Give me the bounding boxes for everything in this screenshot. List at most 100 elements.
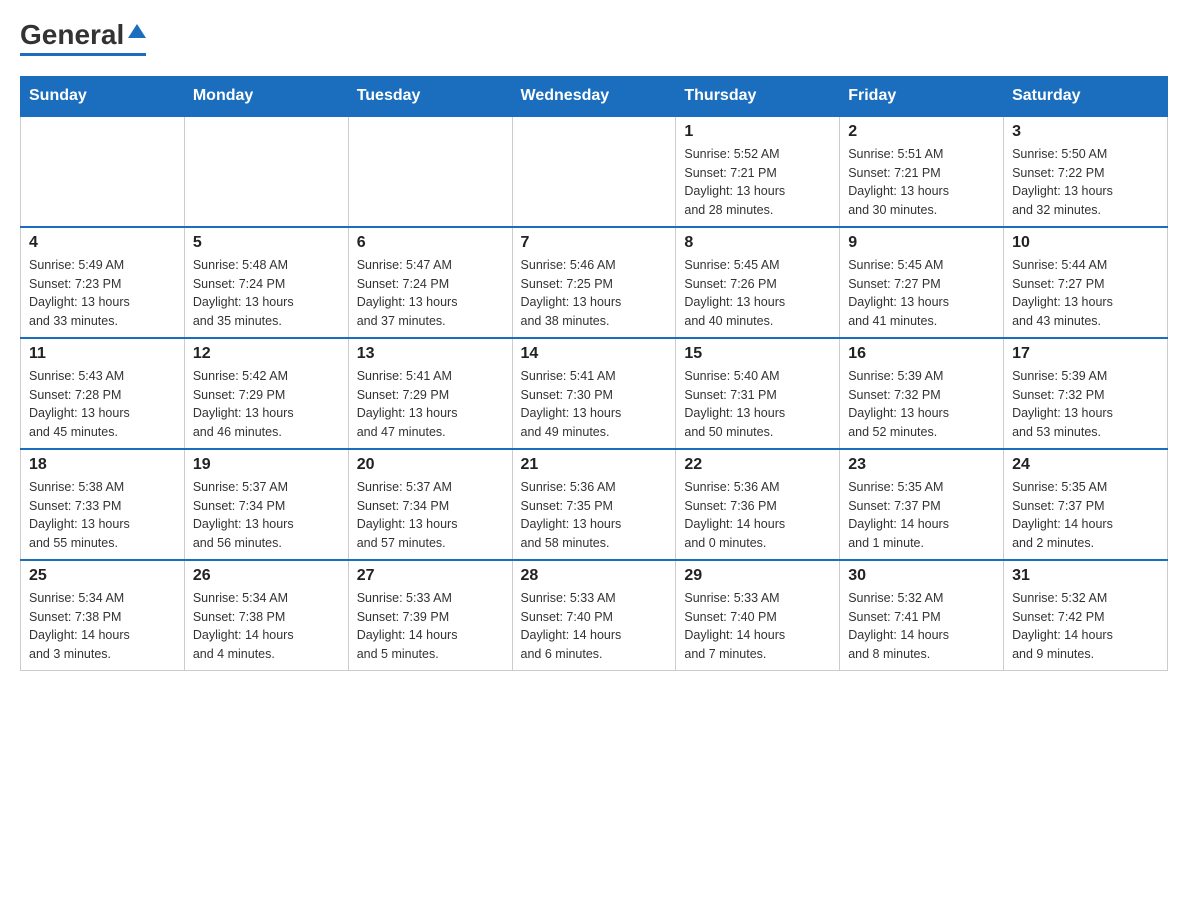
day-number: 22 (684, 456, 831, 474)
day-info: Sunrise: 5:39 AM Sunset: 7:32 PM Dayligh… (848, 367, 995, 442)
calendar-cell: 19Sunrise: 5:37 AM Sunset: 7:34 PM Dayli… (184, 449, 348, 560)
calendar-cell: 2Sunrise: 5:51 AM Sunset: 7:21 PM Daylig… (840, 116, 1004, 227)
calendar-cell: 20 Sunrise: 5:37 AM Sunset: 7:34 PM Dayli… (348, 449, 512, 560)
calendar-cell: 9 Sunrise: 5:45 AM Sunset: 7:27 PM Daylig… (840, 227, 1004, 338)
day-number: 29 (684, 567, 831, 585)
calendar-cell: 31Sunrise: 5:32 AM Sunset: 7:42 PM Dayli… (1004, 560, 1168, 671)
calendar-cell: 11 Sunrise: 5:43 AM Sunset: 7:28 PM Dayli… (21, 338, 185, 449)
day-info: Sunrise: 5:40 AM Sunset: 7:31 PM Dayligh… (684, 367, 831, 442)
day-number: 24 (1012, 456, 1159, 474)
day-number: 5 (193, 234, 340, 252)
calendar-cell: 27Sunrise: 5:33 AM Sunset: 7:39 PM Dayli… (348, 560, 512, 671)
week-row-1: 1Sunrise: 5:52 AM Sunset: 7:21 PM Daylig… (21, 116, 1168, 227)
day-info: Sunrise: 5:42 AM Sunset: 7:29 PM Dayligh… (193, 367, 340, 442)
week-row-4: 18Sunrise: 5:38 AM Sunset: 7:33 PM Dayli… (21, 449, 1168, 560)
day-info: Sunrise: 5:46 AM Sunset: 7:25 PM Dayligh… (521, 256, 668, 331)
day-number: 14 (521, 345, 668, 363)
day-header-saturday: Saturday (1004, 76, 1168, 116)
day-number: 2 (848, 123, 995, 141)
day-info: Sunrise: 5:49 AM Sunset: 7:23 PM Dayligh… (29, 256, 176, 331)
day-info: Sunrise: 5:37 AM Sunset: 7:34 PM Dayligh… (357, 478, 504, 553)
day-info: Sunrise: 5:47 AM Sunset: 7:24 PM Dayligh… (357, 256, 504, 331)
day-number: 7 (521, 234, 668, 252)
day-info: Sunrise: 5:35 AM Sunset: 7:37 PM Dayligh… (1012, 478, 1159, 553)
day-number: 20 (357, 456, 504, 474)
day-info: Sunrise: 5:38 AM Sunset: 7:33 PM Dayligh… (29, 478, 176, 553)
calendar-cell: 7 Sunrise: 5:46 AM Sunset: 7:25 PM Daylig… (512, 227, 676, 338)
calendar-cell: 6 Sunrise: 5:47 AM Sunset: 7:24 PM Daylig… (348, 227, 512, 338)
calendar-cell: 28Sunrise: 5:33 AM Sunset: 7:40 PM Dayli… (512, 560, 676, 671)
day-number: 13 (357, 345, 504, 363)
calendar-cell: 21Sunrise: 5:36 AM Sunset: 7:35 PM Dayli… (512, 449, 676, 560)
day-info: Sunrise: 5:50 AM Sunset: 7:22 PM Dayligh… (1012, 145, 1159, 220)
day-number: 9 (848, 234, 995, 252)
day-header-sunday: Sunday (21, 76, 185, 116)
day-info: Sunrise: 5:41 AM Sunset: 7:30 PM Dayligh… (521, 367, 668, 442)
day-number: 12 (193, 345, 340, 363)
day-number: 10 (1012, 234, 1159, 252)
calendar-cell: 8 Sunrise: 5:45 AM Sunset: 7:26 PM Daylig… (676, 227, 840, 338)
calendar-cell (21, 116, 185, 227)
days-header-row: SundayMondayTuesdayWednesdayThursdayFrid… (21, 76, 1168, 116)
day-info: Sunrise: 5:52 AM Sunset: 7:21 PM Dayligh… (684, 145, 831, 220)
day-header-tuesday: Tuesday (348, 76, 512, 116)
day-info: Sunrise: 5:33 AM Sunset: 7:40 PM Dayligh… (684, 589, 831, 664)
day-number: 11 (29, 345, 176, 363)
calendar-cell: 29 Sunrise: 5:33 AM Sunset: 7:40 PM Dayli… (676, 560, 840, 671)
day-number: 15 (684, 345, 831, 363)
day-header-monday: Monday (184, 76, 348, 116)
day-info: Sunrise: 5:32 AM Sunset: 7:42 PM Dayligh… (1012, 589, 1159, 664)
day-info: Sunrise: 5:41 AM Sunset: 7:29 PM Dayligh… (357, 367, 504, 442)
week-row-5: 25 Sunrise: 5:34 AM Sunset: 7:38 PM Dayli… (21, 560, 1168, 671)
calendar-cell: 3Sunrise: 5:50 AM Sunset: 7:22 PM Daylig… (1004, 116, 1168, 227)
day-number: 17 (1012, 345, 1159, 363)
day-info: Sunrise: 5:34 AM Sunset: 7:38 PM Dayligh… (29, 589, 176, 664)
calendar-cell: 13 Sunrise: 5:41 AM Sunset: 7:29 PM Dayli… (348, 338, 512, 449)
calendar-cell: 10 Sunrise: 5:44 AM Sunset: 7:27 PM Dayli… (1004, 227, 1168, 338)
calendar-cell: 12 Sunrise: 5:42 AM Sunset: 7:29 PM Dayli… (184, 338, 348, 449)
day-info: Sunrise: 5:36 AM Sunset: 7:36 PM Dayligh… (684, 478, 831, 553)
calendar-cell: 17 Sunrise: 5:39 AM Sunset: 7:32 PM Dayli… (1004, 338, 1168, 449)
day-header-wednesday: Wednesday (512, 76, 676, 116)
day-number: 16 (848, 345, 995, 363)
day-header-friday: Friday (840, 76, 1004, 116)
day-info: Sunrise: 5:33 AM Sunset: 7:39 PM Dayligh… (357, 589, 504, 664)
logo-divider (20, 53, 146, 56)
calendar-cell: 30Sunrise: 5:32 AM Sunset: 7:41 PM Dayli… (840, 560, 1004, 671)
day-info: Sunrise: 5:44 AM Sunset: 7:27 PM Dayligh… (1012, 256, 1159, 331)
calendar-cell: 16 Sunrise: 5:39 AM Sunset: 7:32 PM Dayli… (840, 338, 1004, 449)
day-number: 21 (521, 456, 668, 474)
calendar-cell (348, 116, 512, 227)
calendar-cell: 22 Sunrise: 5:36 AM Sunset: 7:36 PM Dayli… (676, 449, 840, 560)
page-header: General (20, 20, 1168, 56)
calendar-cell: 15 Sunrise: 5:40 AM Sunset: 7:31 PM Dayli… (676, 338, 840, 449)
calendar-cell: 24 Sunrise: 5:35 AM Sunset: 7:37 PM Dayli… (1004, 449, 1168, 560)
day-info: Sunrise: 5:48 AM Sunset: 7:24 PM Dayligh… (193, 256, 340, 331)
calendar-cell: 23 Sunrise: 5:35 AM Sunset: 7:37 PM Dayli… (840, 449, 1004, 560)
calendar-cell: 4 Sunrise: 5:49 AM Sunset: 7:23 PM Daylig… (21, 227, 185, 338)
logo-triangle-icon (128, 22, 146, 40)
day-number: 8 (684, 234, 831, 252)
logo: General (20, 20, 146, 56)
calendar-cell: 1Sunrise: 5:52 AM Sunset: 7:21 PM Daylig… (676, 116, 840, 227)
day-number: 4 (29, 234, 176, 252)
calendar-cell: 18Sunrise: 5:38 AM Sunset: 7:33 PM Dayli… (21, 449, 185, 560)
day-info: Sunrise: 5:34 AM Sunset: 7:38 PM Dayligh… (193, 589, 340, 664)
day-number: 26 (193, 567, 340, 585)
week-row-2: 4 Sunrise: 5:49 AM Sunset: 7:23 PM Daylig… (21, 227, 1168, 338)
day-info: Sunrise: 5:45 AM Sunset: 7:26 PM Dayligh… (684, 256, 831, 331)
day-number: 19 (193, 456, 340, 474)
calendar-cell: 26 Sunrise: 5:34 AM Sunset: 7:38 PM Dayli… (184, 560, 348, 671)
calendar-cell: 5 Sunrise: 5:48 AM Sunset: 7:24 PM Daylig… (184, 227, 348, 338)
day-info: Sunrise: 5:32 AM Sunset: 7:41 PM Dayligh… (848, 589, 995, 664)
day-info: Sunrise: 5:39 AM Sunset: 7:32 PM Dayligh… (1012, 367, 1159, 442)
day-header-thursday: Thursday (676, 76, 840, 116)
day-info: Sunrise: 5:45 AM Sunset: 7:27 PM Dayligh… (848, 256, 995, 331)
day-info: Sunrise: 5:43 AM Sunset: 7:28 PM Dayligh… (29, 367, 176, 442)
day-info: Sunrise: 5:35 AM Sunset: 7:37 PM Dayligh… (848, 478, 995, 553)
calendar-cell (184, 116, 348, 227)
day-number: 25 (29, 567, 176, 585)
day-number: 28 (521, 567, 668, 585)
day-number: 23 (848, 456, 995, 474)
day-number: 6 (357, 234, 504, 252)
